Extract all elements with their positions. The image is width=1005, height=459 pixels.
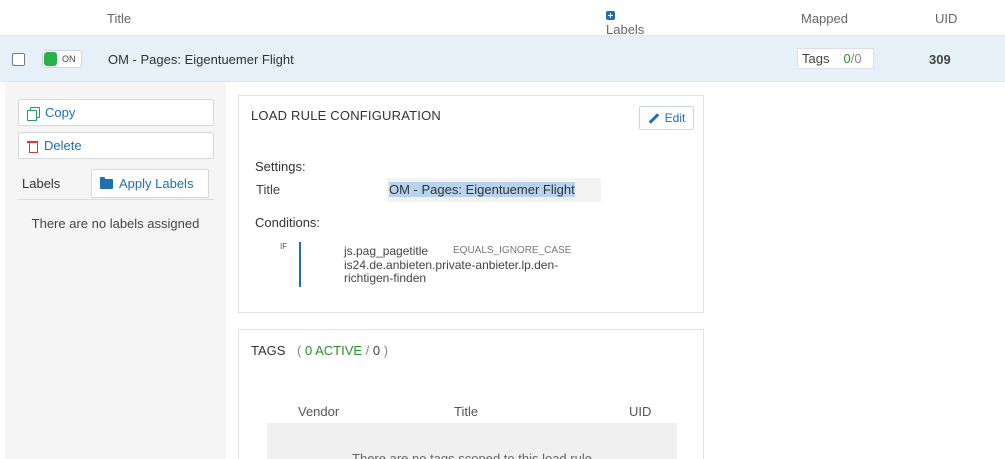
tags-column-uid[interactable]: UID — [629, 404, 651, 419]
row-checkbox[interactable] — [12, 53, 25, 66]
labels-divider — [18, 199, 214, 200]
copy-button[interactable]: Copy — [18, 99, 214, 126]
mapped-tags-count: 0/0 — [843, 51, 861, 66]
tags-summary: ( 0 ACTIVE / 0 ) — [297, 343, 388, 358]
load-rule-row[interactable]: ON OM - Pages: Eigentuemer Flight Tags 0… — [0, 36, 1005, 82]
no-labels-message: There are no labels assigned — [31, 216, 200, 231]
column-header-uid[interactable]: UID — [935, 11, 957, 26]
labels-heading: Labels — [22, 176, 61, 191]
folder-icon — [100, 176, 113, 189]
tags-paren-close: ) — [383, 343, 389, 358]
apply-labels-button[interactable]: Apply Labels — [91, 169, 209, 198]
copy-button-label: Copy — [45, 105, 76, 120]
row-title[interactable]: OM - Pages: Eigentuemer Flight — [108, 52, 294, 67]
condition-operator: EQUALS_IGNORE_CASE — [453, 245, 572, 256]
tags-active-count: 0 ACTIVE — [304, 343, 363, 358]
tags-paren-open: ( — [297, 343, 302, 358]
mapped-tags-badge[interactable]: Tags 0/0 — [797, 48, 874, 69]
tags-slash: / — [365, 343, 370, 358]
actions-panel: Copy Delete Labels Apply Labels There ar… — [5, 82, 226, 459]
copy-icon — [27, 106, 40, 121]
column-header-labels-text: Labels — [606, 22, 645, 37]
column-header-mapped[interactable]: Mapped — [801, 11, 848, 26]
status-toggle[interactable]: ON — [42, 50, 82, 68]
condition-if-label: IF — [280, 242, 288, 251]
edit-button[interactable]: Edit — [639, 106, 694, 130]
pencil-icon — [648, 112, 659, 124]
tags-column-title[interactable]: Title — [454, 404, 478, 419]
settings-title-value[interactable]: OM - Pages: Eigentuemer Flight — [389, 182, 575, 197]
mapped-tags-total: 0 — [854, 51, 862, 66]
mapped-tags-label: Tags — [802, 51, 830, 66]
tags-heading: TAGS — [251, 343, 286, 358]
load-rule-configuration-card: LOAD RULE CONFIGURATION Edit Settings: T… — [238, 95, 704, 313]
toggle-label: ON — [62, 54, 76, 64]
load-rule-configuration-heading: LOAD RULE CONFIGURATION — [251, 108, 441, 123]
delete-button[interactable]: Delete — [18, 132, 214, 159]
delete-button-label: Delete — [44, 138, 82, 153]
condition-variable: js.pag_pagetitle — [344, 244, 429, 258]
settings-title-label: Title — [256, 182, 281, 197]
settings-heading: Settings: — [255, 159, 306, 174]
mapped-tags-active: 0 — [843, 51, 851, 66]
row-uid: 309 — [929, 52, 951, 67]
condition-value: is24.de.anbieten.private-anbieter.lp.den… — [344, 258, 559, 285]
toggle-knob — [44, 52, 57, 66]
condition-bar — [299, 242, 301, 287]
edit-button-label: Edit — [664, 111, 686, 125]
column-header-labels[interactable]: Labels — [606, 11, 644, 37]
apply-labels-label: Apply Labels — [119, 176, 194, 191]
column-header-title[interactable]: Title — [107, 11, 131, 26]
trash-icon — [27, 140, 38, 153]
tags-column-vendor[interactable]: Vendor — [298, 404, 339, 419]
table-header: Title Labels Mapped UID — [0, 0, 1005, 37]
no-tags-message: There are no tags scoped to this load ru… — [352, 451, 592, 459]
add-label-plus-icon[interactable] — [606, 11, 615, 20]
tags-total-count: 0 — [372, 343, 381, 358]
conditions-heading: Conditions: — [255, 215, 321, 230]
tags-card: TAGS ( 0 ACTIVE / 0 ) Vendor Title UID T… — [238, 329, 704, 459]
